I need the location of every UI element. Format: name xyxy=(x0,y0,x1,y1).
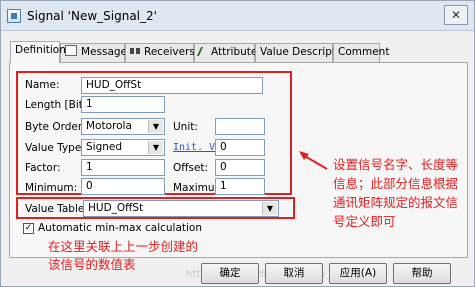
envelope-icon xyxy=(65,45,77,56)
pencil-icon xyxy=(196,47,210,56)
chevron-down-icon: ▼ xyxy=(148,120,163,133)
name-field[interactable]: HUD_OffSt xyxy=(81,77,263,94)
byte-order-select[interactable]: Motorola ▼ xyxy=(81,118,165,135)
offset-field[interactable]: 0 xyxy=(215,159,265,176)
annotation-bottom-2: 该信号的数值表 xyxy=(48,257,136,272)
auto-minmax-checkbox[interactable]: ✓ xyxy=(23,223,34,234)
tab-label: Definition xyxy=(15,44,66,56)
value-table-label: Value Table: xyxy=(25,203,88,215)
offset-label: Offset: xyxy=(173,162,209,174)
minimum-field[interactable]: 0 xyxy=(81,178,165,195)
chevron-down-icon: ▼ xyxy=(262,202,277,215)
unit-label: Unit: xyxy=(173,121,198,133)
ok-button[interactable]: 确定 xyxy=(201,263,259,284)
value-table-value: HUD_OffSt xyxy=(88,202,144,214)
auto-minmax-label: Automatic min-max calculation xyxy=(38,222,203,234)
annotation-line-4: 号定义即可 xyxy=(333,214,396,229)
tab-definition[interactable]: Definition xyxy=(10,41,66,63)
factor-field[interactable]: 1 xyxy=(81,159,165,176)
window-title: Signal 'New_Signal_2' xyxy=(27,9,157,23)
value-type-value: Signed xyxy=(86,141,123,153)
annotation-arrow-icon xyxy=(299,151,328,170)
unit-field[interactable] xyxy=(215,118,265,135)
apply-button[interactable]: 应用(A) xyxy=(329,263,387,284)
factor-label: Factor: xyxy=(25,162,61,174)
annotation-line-3: 通讯矩阵规定的报文信 xyxy=(333,195,459,210)
byte-order-value: Motorola xyxy=(86,120,132,132)
tab-attributes[interactable]: Attributes xyxy=(194,43,263,62)
signal-dialog: Signal 'New_Signal_2' ✕ Definition Messa… xyxy=(0,0,475,287)
tab-receivers[interactable]: Receivers xyxy=(125,43,195,62)
tab-messages[interactable]: Messages xyxy=(60,43,133,62)
close-button[interactable]: ✕ xyxy=(444,5,468,25)
annotation-bottom-1: 在这里关联上上一步创建的 xyxy=(48,239,199,254)
title-bar: Signal 'New_Signal_2' ✕ xyxy=(1,1,474,31)
minimum-label: Minimum: xyxy=(25,182,78,194)
close-icon: ✕ xyxy=(450,8,462,22)
tab-label: Comment xyxy=(338,46,390,58)
init-value-field[interactable]: 0 xyxy=(215,139,265,156)
help-button[interactable]: 帮助 xyxy=(393,263,451,284)
length-field[interactable]: 1 xyxy=(81,96,165,113)
value-type-label: Value Type: xyxy=(25,142,85,154)
tab-comment[interactable]: Comment xyxy=(333,43,389,62)
cancel-button[interactable]: 取消 xyxy=(265,263,323,284)
signal-app-icon xyxy=(7,9,21,23)
name-label: Name: xyxy=(25,79,60,91)
maximum-field[interactable]: 1 xyxy=(215,178,265,195)
annotation-line-2: 信息；此部分信息根据 xyxy=(333,176,459,191)
receivers-icon xyxy=(130,48,140,54)
check-icon: ✓ xyxy=(24,223,33,233)
value-type-select[interactable]: Signed ▼ xyxy=(81,139,165,156)
chevron-down-icon: ▼ xyxy=(148,141,163,154)
value-table-select[interactable]: HUD_OffSt ▼ xyxy=(83,200,279,217)
tab-label: Receivers xyxy=(144,46,195,58)
tab-value-descriptions[interactable]: Value Descriptions xyxy=(255,43,357,62)
byte-order-label: Byte Order: xyxy=(25,121,86,133)
annotation-line-1: 设置信号名字、长度等 xyxy=(333,157,459,172)
